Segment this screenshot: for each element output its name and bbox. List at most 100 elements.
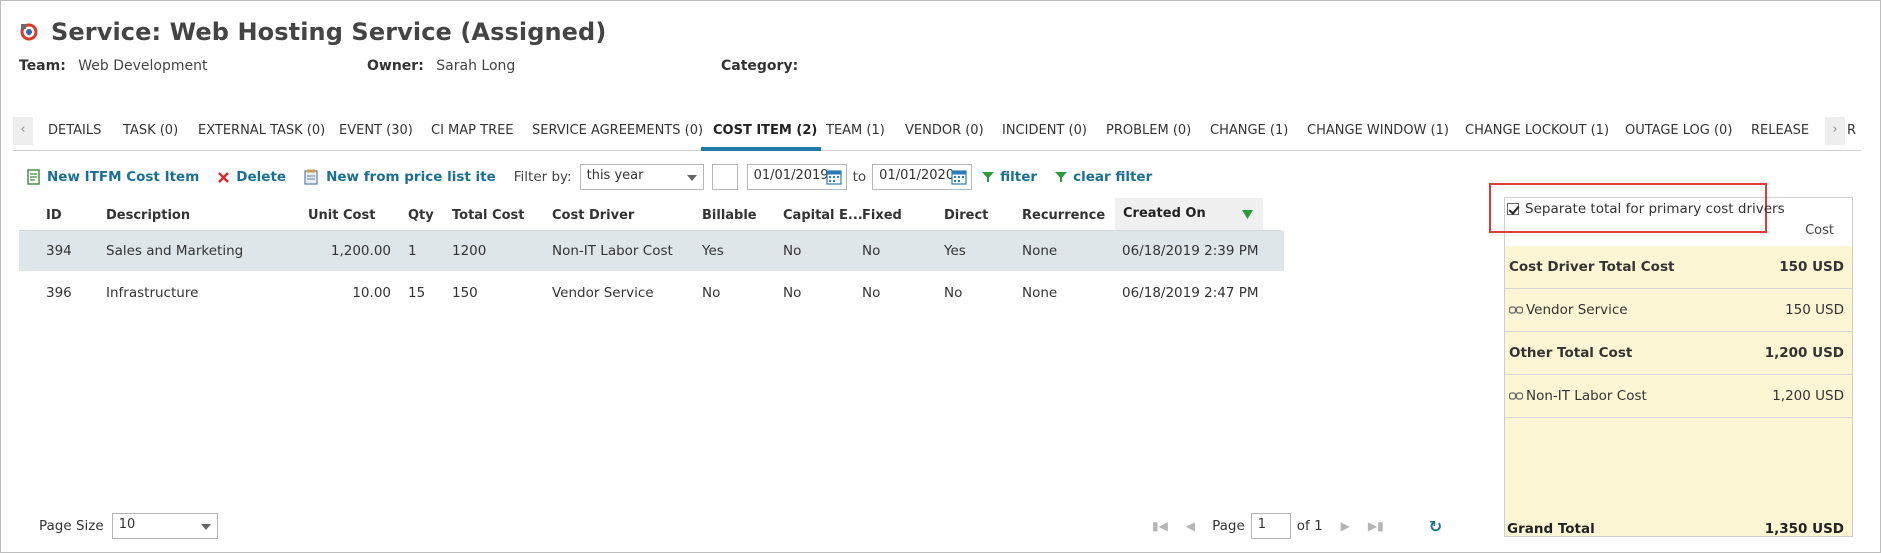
tab-vendor[interactable]: VENDOR (0): [905, 123, 984, 138]
filter-extra-box[interactable]: [711, 164, 738, 190]
col-header-created-on[interactable]: Created On: [1115, 198, 1263, 230]
col-header-direct[interactable]: Direct: [944, 208, 988, 223]
col-header-fixed[interactable]: Fixed: [862, 208, 902, 223]
cell-qty: 15: [408, 285, 426, 301]
filter-button[interactable]: filter: [982, 169, 1037, 185]
separate-totals-checkbox[interactable]: Separate total for primary cost drivers: [1507, 201, 1785, 217]
category-label: Category:: [721, 58, 799, 74]
sort-filter-icon[interactable]: [1242, 210, 1253, 219]
next-page-icon[interactable]: ▶: [1341, 519, 1350, 533]
page-size-select[interactable]: 10: [111, 513, 218, 539]
tab-problem[interactable]: PROBLEM (0): [1106, 123, 1191, 138]
tab-release[interactable]: RELEASE: [1751, 123, 1809, 138]
owner-label: Owner:: [367, 58, 424, 74]
new-cost-item-label: New ITFM Cost Item: [47, 169, 200, 185]
calendar-icon[interactable]: [951, 169, 967, 185]
col-header-description[interactable]: Description: [106, 208, 190, 223]
tab-outage-log[interactable]: OUTAGE LOG (0): [1625, 123, 1732, 138]
chevron-down-icon: [200, 524, 211, 530]
grand-total-row: Grand Total 1,350 USD: [1507, 521, 1850, 537]
date-from-input[interactable]: 01/01/2019: [746, 164, 847, 190]
date-to-input[interactable]: 01/01/2020: [872, 164, 973, 190]
checkbox-checked-icon[interactable]: [1507, 203, 1519, 215]
col-header-qty[interactable]: Qty: [408, 208, 434, 223]
summary-value: 1,200 USD: [1764, 345, 1844, 361]
tab-change-lockout[interactable]: CHANGE LOCKOUT (1): [1465, 123, 1609, 138]
tab-cost-item[interactable]: COST ITEM (2): [713, 123, 817, 138]
delete-x-icon: [218, 171, 230, 183]
tab-scroll-left-icon[interactable]: ‹: [13, 117, 33, 145]
tab-event[interactable]: EVENT (30): [339, 123, 413, 138]
calendar-icon[interactable]: [826, 169, 842, 185]
summary-row-other-total: Other Total Cost 1,200 USD: [1505, 332, 1852, 375]
separate-totals-label: Separate total for primary cost drivers: [1525, 201, 1785, 217]
date-from-value: 01/01/2019: [753, 168, 829, 183]
cell-created-on: 06/18/2019 2:39 PM: [1122, 243, 1259, 259]
filter-period-select[interactable]: this year: [579, 164, 704, 190]
page-number-input[interactable]: 1: [1250, 513, 1291, 539]
delete-button[interactable]: Delete: [217, 169, 286, 185]
clear-filter-button[interactable]: clear filter: [1055, 169, 1152, 185]
tab-external-task[interactable]: EXTERNAL TASK (0): [198, 123, 325, 138]
team-label: Team:: [19, 58, 66, 74]
last-page-icon[interactable]: ▶▮: [1368, 519, 1384, 533]
summary-value: 150 USD: [1779, 259, 1844, 275]
cell-unit-cost: 10.00: [352, 285, 391, 301]
table-row[interactable]: 396 Infrastructure 10.00 15 150 Vendor S…: [19, 273, 1284, 313]
team-meta: Team: Web Development: [19, 58, 208, 74]
col-header-cost-driver[interactable]: Cost Driver: [552, 208, 634, 223]
tab-change-window[interactable]: CHANGE WINDOW (1): [1307, 123, 1449, 138]
link-icon: [1509, 392, 1523, 400]
col-header-recurrence[interactable]: Recurrence: [1022, 208, 1105, 223]
first-page-icon[interactable]: ▮◀: [1152, 519, 1168, 533]
title-row: Service: Web Hosting Service (Assigned): [19, 15, 606, 49]
cell-direct: No: [944, 285, 963, 301]
summary-body: Cost Driver Total Cost 150 USD Vendor Se…: [1505, 246, 1852, 536]
cell-created-on: 06/18/2019 2:47 PM: [1122, 285, 1259, 301]
page-of-label: of 1: [1296, 518, 1323, 534]
cell-id: 394: [46, 243, 72, 259]
col-header-unit-cost[interactable]: Unit Cost: [308, 208, 375, 223]
page-label: Page: [1212, 518, 1245, 534]
filter-label: filter: [1000, 169, 1038, 185]
tab-service-agreements[interactable]: SERVICE AGREEMENTS (0): [532, 123, 703, 138]
active-tab-indicator: [701, 147, 821, 151]
page-size-control: Page Size 10: [39, 513, 218, 539]
col-header-capital[interactable]: Capital E...: [783, 208, 863, 223]
page-size-value: 10: [118, 517, 136, 532]
grand-total-label: Grand Total: [1507, 521, 1595, 537]
cell-fixed: No: [862, 243, 881, 259]
new-from-price-list-button[interactable]: New from price list ite: [304, 169, 496, 185]
funnel-icon: [1055, 172, 1068, 182]
tab-team[interactable]: TEAM (1): [826, 123, 885, 138]
cell-total-cost: 1200: [452, 243, 487, 259]
summary-row-non-it-labor: Non-IT Labor Cost 1,200 USD: [1505, 375, 1852, 418]
prev-page-icon[interactable]: ◀: [1186, 519, 1195, 533]
cell-description: Infrastructure: [106, 285, 199, 301]
cell-fixed: No: [862, 285, 881, 301]
tab-details[interactable]: DETAILS: [48, 123, 101, 138]
cell-capital: No: [783, 285, 802, 301]
summary-label: Non-IT Labor Cost: [1526, 388, 1647, 404]
table-row[interactable]: 394 Sales and Marketing 1,200.00 1 1200 …: [19, 231, 1284, 271]
col-header-created-on-label: Created On: [1123, 206, 1206, 221]
delete-label: Delete: [236, 169, 287, 185]
col-header-id[interactable]: ID: [46, 208, 62, 223]
tab-task[interactable]: TASK (0): [123, 123, 178, 138]
tab-overflow[interactable]: R: [1847, 123, 1856, 138]
filter-period-value: this year: [586, 168, 644, 183]
tab-scroll-right-icon[interactable]: ›: [1825, 117, 1845, 145]
tab-ci-map-tree[interactable]: CI MAP TREE: [431, 123, 514, 138]
new-cost-item-button[interactable]: New ITFM Cost Item: [27, 169, 199, 185]
summary-row-driver-total: Cost Driver Total Cost 150 USD: [1505, 246, 1852, 289]
cell-description: Sales and Marketing: [106, 243, 244, 259]
refresh-icon[interactable]: ↻: [1429, 517, 1442, 536]
owner-meta: Owner: Sarah Long: [367, 58, 515, 74]
window-frame: Service: Web Hosting Service (Assigned) …: [0, 0, 1881, 553]
new-document-icon: [27, 169, 40, 185]
tab-incident[interactable]: INCIDENT (0): [1002, 123, 1087, 138]
summary-label: Other Total Cost: [1509, 345, 1633, 361]
col-header-billable[interactable]: Billable: [702, 208, 757, 223]
col-header-total-cost[interactable]: Total Cost: [452, 208, 524, 223]
tab-change[interactable]: CHANGE (1): [1210, 123, 1288, 138]
